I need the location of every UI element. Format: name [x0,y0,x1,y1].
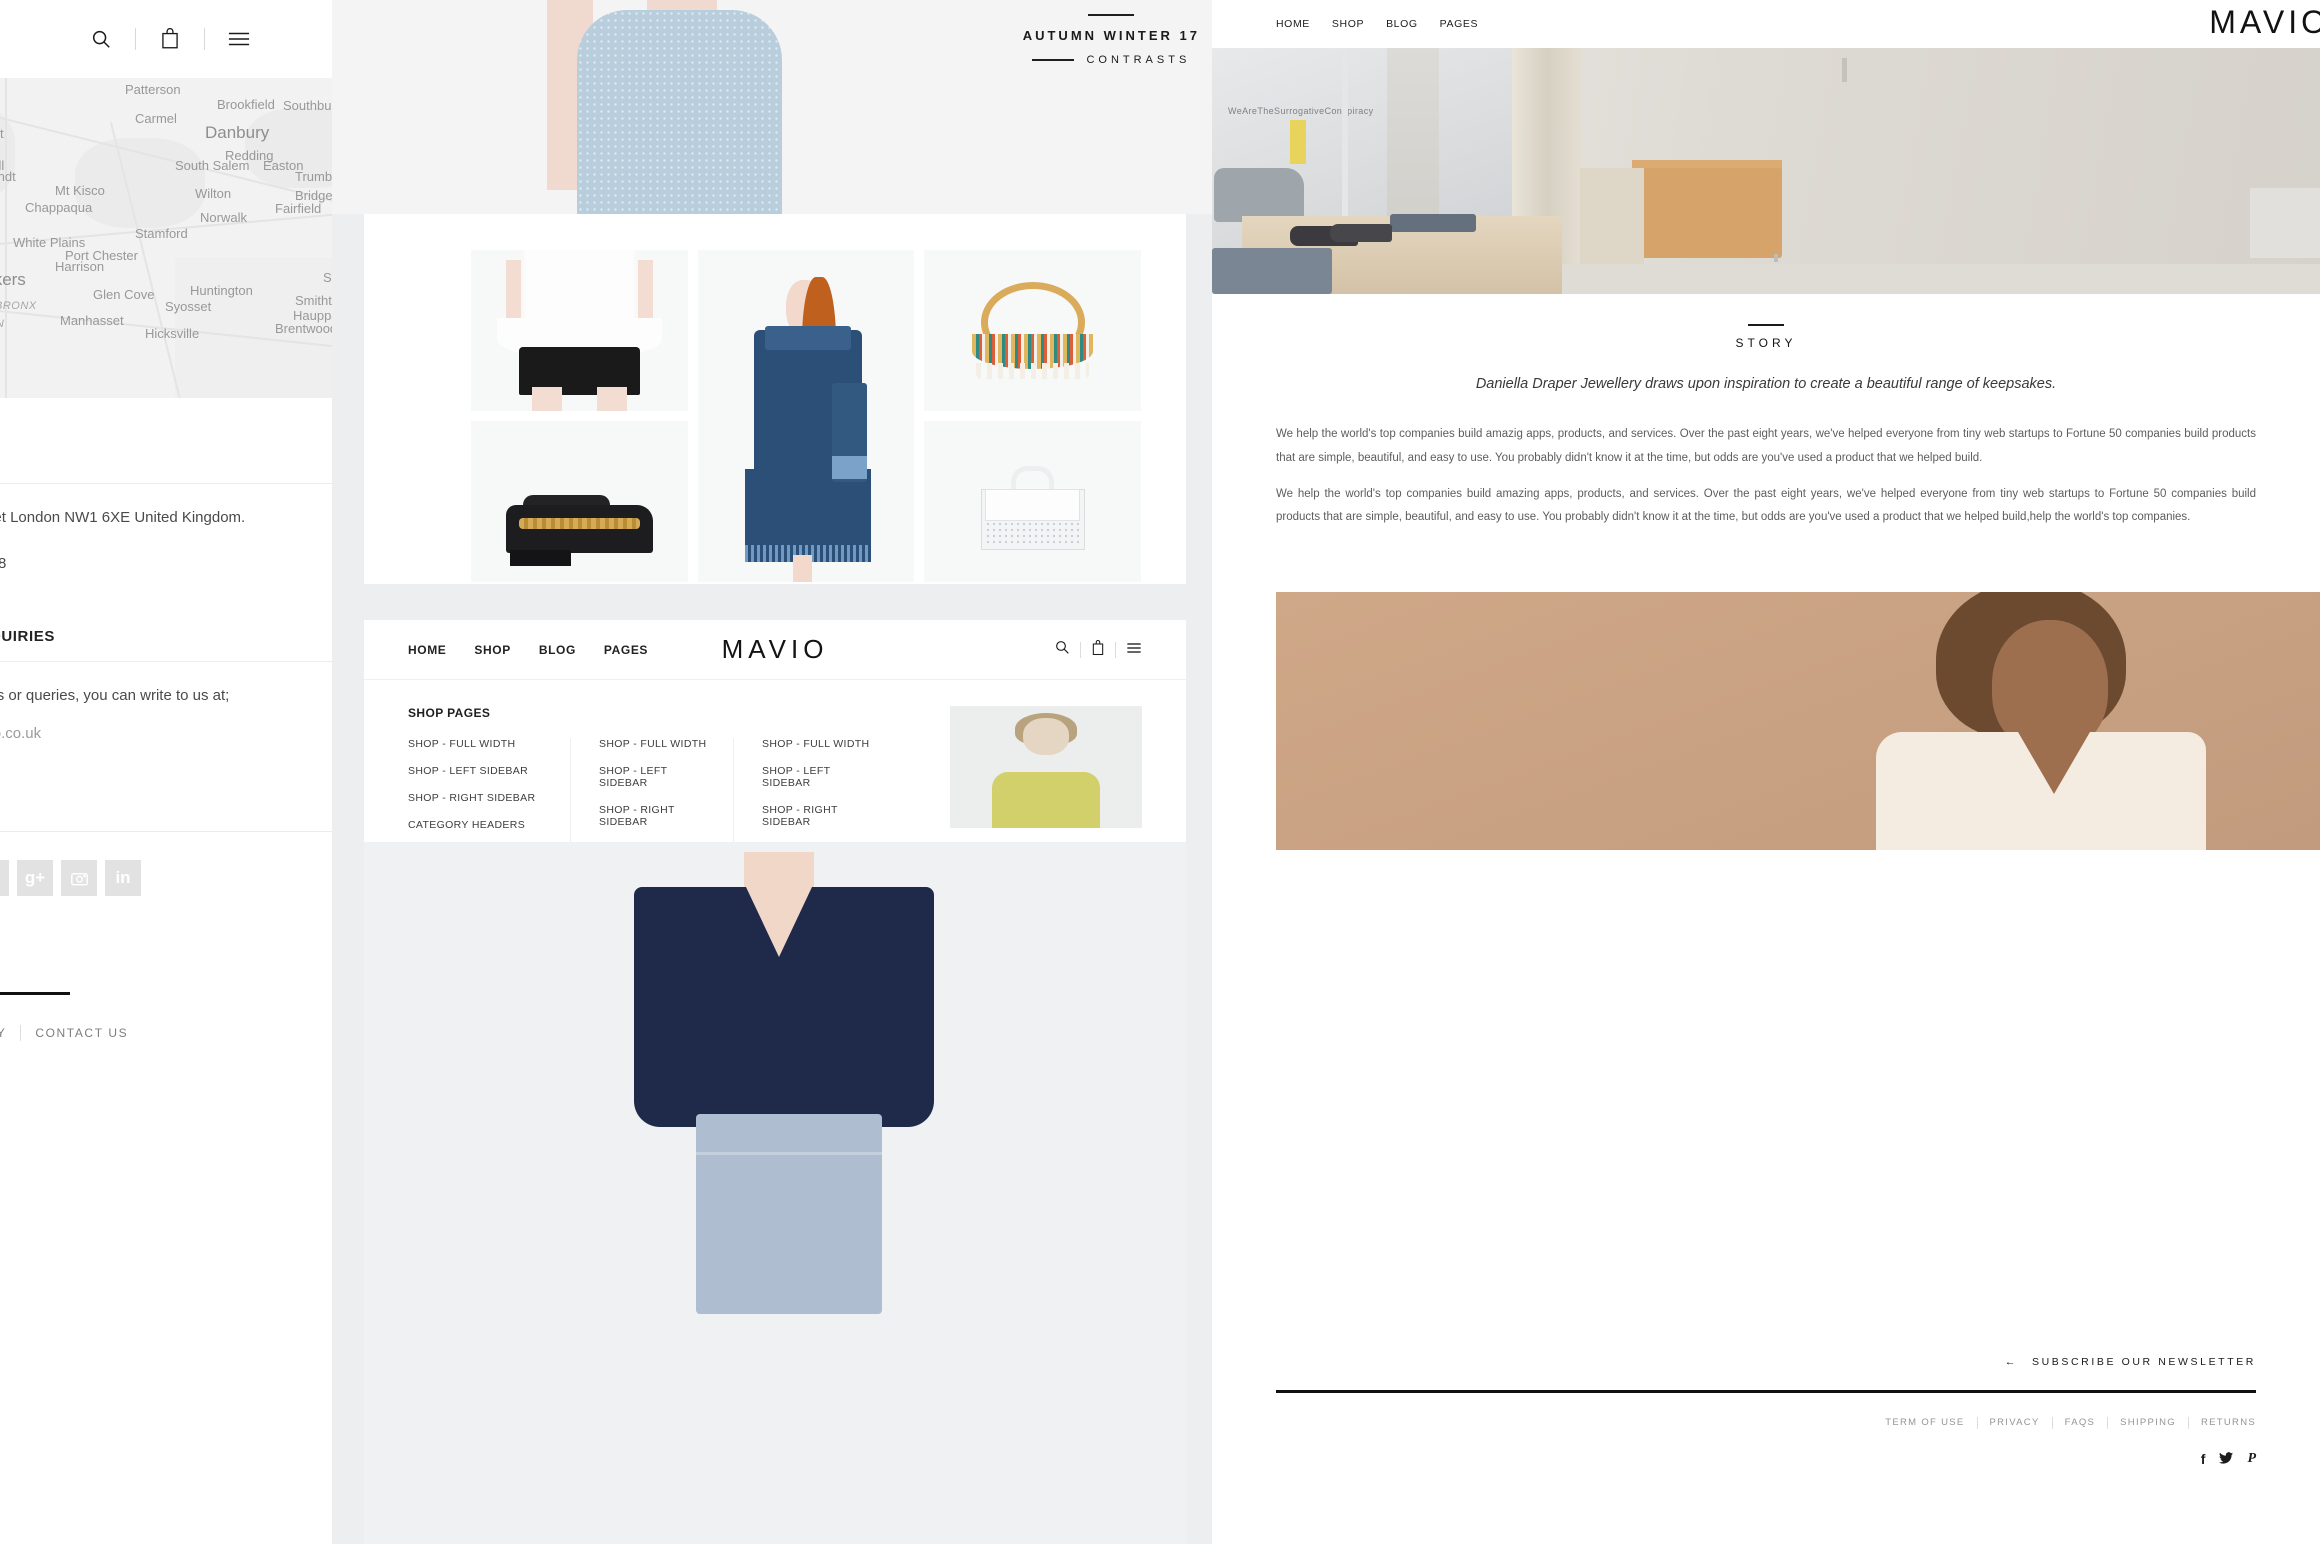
product-tile-denim-shirt-dress[interactable] [697,250,915,582]
hamburger-menu-icon[interactable] [217,31,261,47]
mega-link-shop-right-sidebar[interactable]: SHOP - RIGHT SIDEBAR [762,804,879,828]
story-columns-second: We help the world's top companies build … [1212,471,2320,530]
mega-link-shop-right-sidebar[interactable]: SHOP - RIGHT SIDEBAR [599,804,715,828]
footer-link-contact-us[interactable]: CONTACT US [35,1026,128,1040]
nav-link-home[interactable]: HOME [1276,18,1310,30]
navigation-megamenu-card: HOME SHOP BLOG PAGES MAVIO SHOP PAGES SH… [364,620,1186,842]
story-dash [1748,324,1784,326]
about-page-footer: ← SUBSCRIBE OUR NEWSLETTER TERM OF USE P… [1212,1356,2320,1467]
storefront-glass-text: WeAreTheSurrogativeConspiracy [1228,106,1374,116]
divider [2187,1417,2189,1429]
product-tile-perforated-satchel-bag[interactable] [924,421,1141,582]
hero-model-image [537,0,827,214]
twitter-icon[interactable] [2219,1451,2234,1467]
store-interior-hero-image: WeAreTheSurrogativeConspiracy [1212,48,2320,294]
footer-links: TERM OF USE PRIVACY FAQS SHIPPING RETURN… [1276,1417,2256,1429]
footer-link-faqs[interactable]: FAQS [2065,1417,2096,1429]
footer-link-shipping[interactable]: SHIPPING [2120,1417,2176,1429]
divider [135,28,136,50]
mega-link-category-headers[interactable]: CATEGORY HEADERS [408,819,552,831]
pinterest-icon[interactable]: P [0,860,9,896]
divider [2107,1417,2109,1429]
nav-links: HOME SHOP BLOG PAGES [1276,18,1478,30]
mega-menu-feature-image[interactable] [950,706,1142,828]
site-logo[interactable]: MAVIO [364,634,1186,665]
mega-link-shop-left-sidebar[interactable]: SHOP - LEFT SIDEBAR [408,765,552,777]
main-navigation-bar: HOME SHOP BLOG PAGES MAVIO [364,620,1186,680]
story-lede: Daniella Draper Jewellery draws upon ins… [1475,376,2057,392]
mega-link-shop-full-width[interactable]: SHOP - FULL WIDTH [762,738,879,750]
product-tile-beaded-necklace[interactable] [924,250,1141,411]
about-navigation-bar: HOME SHOP BLOG PAGES MAVIO [1212,0,2320,48]
mega-link-shop-right-sidebar[interactable]: SHOP - RIGHT SIDEBAR [408,792,552,804]
mega-menu-column: SHOP - FULL WIDTH SHOP - LEFT SIDEBAR SH… [408,738,571,842]
product-tile-white-peplum-top[interactable] [471,250,688,411]
hero-caption-subtitle: CONTRASTS [1086,54,1191,66]
footer-rule [0,992,70,995]
nav-link-blog[interactable]: BLOG [1386,18,1418,30]
mega-menu-column: SHOP - FULL WIDTH SHOP - LEFT SIDEBAR SH… [734,738,897,842]
instagram-icon[interactable] [61,860,97,896]
footer-rule [1276,1390,2256,1393]
mega-link-shop-left-sidebar[interactable]: SHOP - LEFT SIDEBAR [599,765,715,789]
facebook-icon[interactable]: f [2201,1451,2206,1467]
story-paragraph: We help the world's top companies build … [1276,428,2256,464]
linkedin-icon[interactable]: in [105,860,141,896]
hero-caption-title: AUTUMN WINTER 17 [1022,28,1200,43]
shop-mega-menu: SHOP PAGES SHOP - FULL WIDTH SHOP - LEFT… [364,680,1186,842]
about-story-page-panel: HOME SHOP BLOG PAGES MAVIO WeAreTheSurro… [1212,0,2320,1544]
product-grid [471,250,1141,582]
product-tile-chain-ankle-boots[interactable] [471,421,688,582]
search-icon[interactable] [79,28,123,50]
story-paragraph: We help the world's top companies build … [1276,487,2256,524]
about-feature-photo [1276,592,2320,850]
divider [204,28,205,50]
arrow-left-icon: ← [2004,1356,2018,1368]
mega-menu-column: SHOP - FULL WIDTH SHOP - LEFT SIDEBAR SH… [571,738,734,842]
story-section: STORY Daniella Draper Jewellery draws up… [1212,294,2320,530]
site-logo[interactable]: MAVIO [2209,4,2320,41]
mega-link-shop-full-width[interactable]: SHOP - FULL WIDTH [408,738,552,750]
hero-lookbook-section: AUTUMN WINTER 17 CONTRASTS [332,0,1218,214]
subscribe-label: SUBSCRIBE OUR NEWSLETTER [2031,1356,2256,1368]
homepage-panel: AUTUMN WINTER 17 CONTRASTS HOME SHOP BLO… [332,0,1218,1544]
mega-link-shop-left-sidebar[interactable]: SHOP - LEFT SIDEBAR [762,765,879,789]
hero-caption: AUTUMN WINTER 17 CONTRASTS [1023,14,1200,66]
divider [20,1025,22,1041]
caption-dash [1088,14,1135,16]
pinterest-icon[interactable]: P [2247,1451,2256,1467]
google-plus-icon[interactable]: g+ [17,860,53,896]
shopping-bag-icon[interactable] [148,28,192,50]
footer-link-returns[interactable]: RETURNS [2201,1417,2256,1429]
divider [1976,1417,1978,1429]
nav-link-pages[interactable]: PAGES [1440,18,1478,30]
nav-link-shop[interactable]: SHOP [1332,18,1364,30]
footer-social-icons: f P [1276,1451,2256,1467]
newsletter-subscribe-row[interactable]: ← SUBSCRIBE OUR NEWSLETTER [1276,1356,2256,1368]
caption-line [1032,59,1075,61]
story-columns: We help the world's top companies build … [1212,397,2320,470]
showcase-stage: Newburgh Patterson Brookfield Southbury … [0,0,2320,1544]
footer-link-privacy-policy[interactable]: PRIVACY POLICY [0,1026,6,1040]
footer-link-term-of-use[interactable]: TERM OF USE [1885,1417,1964,1429]
mega-link-shop-full-width[interactable]: SHOP - FULL WIDTH [599,738,715,750]
divider [2051,1417,2053,1429]
product-grid-card [364,214,1186,584]
homepage-bottom-image [364,842,1186,1544]
story-title: STORY [1735,336,1797,350]
footer-link-privacy[interactable]: PRIVACY [1990,1417,2040,1429]
